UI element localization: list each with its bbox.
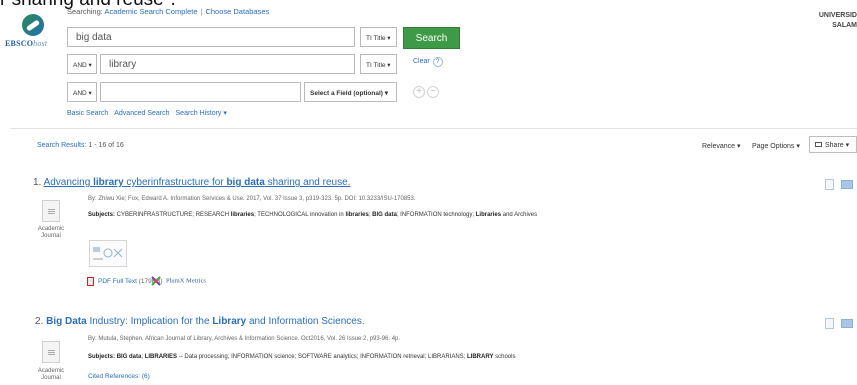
result-title-link[interactable]: Big Data Industry: Implication for the L…: [46, 316, 365, 327]
advanced-search-link[interactable]: Advanced Search: [114, 110, 169, 117]
subjects-part: ; INFORMATION technology;: [396, 212, 476, 218]
share-icon: [815, 142, 822, 147]
subjects-part: BIG data: [116, 354, 142, 360]
pdf-icon: [87, 277, 94, 286]
searching-label: Searching:: [67, 7, 103, 16]
search-input-2[interactable]: library: [100, 54, 355, 74]
academic-journal-icon[interactable]: [42, 341, 60, 363]
database-link[interactable]: Academic Search Complete: [105, 7, 198, 16]
results-count: Search Results: 1 - 16 of 16: [37, 142, 124, 149]
subjects-part: libraries: [345, 212, 369, 218]
article-thumbnail[interactable]: [89, 240, 127, 267]
subjects-part: -- Data processing; INFORMATION science;…: [177, 354, 467, 360]
subjects-part: BIG data: [372, 212, 397, 218]
plumx-icon: [151, 276, 161, 286]
result-subjects: Subjects: CYBERINFRASTRUCTURE; RESEARCH …: [88, 212, 537, 218]
subjects-label: Subjects:: [88, 354, 116, 360]
search-links: Basic Search Advanced Search Search Histor…: [67, 109, 233, 117]
subjects-part: schools: [493, 354, 516, 360]
add-row-icon[interactable]: +: [413, 86, 425, 98]
subjects-part: LIBRARY: [467, 354, 494, 360]
clear-control: Clear?: [413, 57, 443, 67]
add-to-folder-icon[interactable]: [841, 319, 853, 328]
title-part: Library: [212, 316, 247, 327]
result-title-link[interactable]: Advancing library cyberinfrastructure fo…: [44, 177, 351, 188]
title-part: big data: [226, 177, 265, 188]
subjects-part: ; TECHNOLOGICAL innovation in: [254, 212, 346, 218]
result-title-1[interactable]: 1. Advancing library cyberinfrastructure…: [33, 177, 350, 188]
result-subjects: Subjects: BIG data; LIBRARIES -- Data pr…: [88, 354, 515, 360]
results-label: Search Results:: [37, 142, 87, 149]
title-part: cyberinfrastructure for: [123, 177, 227, 188]
field-select-1[interactable]: TI Title ▾: [360, 27, 397, 47]
search-history-link[interactable]: Search History ▾: [176, 110, 227, 117]
results-divider: [10, 128, 857, 129]
result-number: 1.: [33, 177, 42, 188]
title-part: Big Data: [46, 316, 87, 327]
result-byline: By: Mutula, Stephen. African Journal of …: [88, 336, 401, 342]
logo-brand: EBSCO: [5, 39, 34, 48]
document-type-line2: Journal: [41, 233, 61, 239]
preview-icon[interactable]: [825, 318, 834, 329]
remove-row-icon[interactable]: −: [427, 86, 439, 98]
result-title-2[interactable]: 2. Big Data Industry: Implication for th…: [35, 316, 365, 327]
document-type: Academic Journal: [31, 226, 71, 240]
page-options[interactable]: Page Options ▾: [752, 142, 800, 150]
help-icon[interactable]: ?: [432, 57, 443, 67]
institution-line1: UNIVERSID: [818, 12, 857, 19]
search-button[interactable]: Search: [403, 27, 460, 49]
title-part: and Information Sciences.: [246, 316, 365, 327]
plumx-label: PlumX Metrics: [166, 277, 206, 285]
title-part: Industry: Implication for the: [86, 316, 213, 327]
pdf-label: PDF Full Text: [98, 278, 137, 286]
subjects-part: and Archives: [501, 212, 538, 218]
field-select-3[interactable]: Select a Field (optional) ▾: [304, 82, 397, 102]
share-label: Share ▾: [825, 142, 850, 149]
subjects-part: LIBRARIES: [144, 354, 178, 360]
add-to-folder-icon[interactable]: [841, 180, 853, 189]
basic-search-link[interactable]: Basic Search: [67, 110, 108, 117]
results-range: 1 - 16 of 16: [88, 142, 124, 149]
bool-select-3[interactable]: AND ▾: [67, 82, 97, 102]
document-type-line1: Academic: [37, 226, 65, 232]
result-number: 2.: [35, 316, 44, 327]
title-part: Advancing: [43, 177, 94, 188]
searching-line: Searching: Academic Search Complete | Choo…: [67, 7, 270, 16]
cited-references-link[interactable]: Cited References: (6): [88, 373, 150, 380]
bool-select-2[interactable]: AND ▾: [67, 54, 97, 74]
document-type-line1: Academic: [37, 368, 65, 374]
academic-journal-icon[interactable]: [42, 200, 60, 222]
ebsco-logo-icon[interactable]: [22, 14, 44, 36]
subjects-label: Subjects:: [88, 212, 116, 218]
share-button[interactable]: Share ▾: [809, 136, 857, 153]
title-part: library: [93, 177, 124, 188]
document-type: Academic Journal: [31, 368, 71, 382]
search-input-1[interactable]: big data: [67, 27, 355, 47]
field-select-2[interactable]: TI Title ▾: [360, 54, 397, 74]
title-part: sharing and reuse.: [264, 177, 351, 188]
thumbnail-graphic-icon: [93, 247, 123, 260]
choose-databases-link[interactable]: Choose Databases: [205, 7, 269, 16]
result-byline: By: Zhiwu Xie; Fox, Edward A. Informatio…: [88, 196, 416, 202]
document-type-line2: Journal: [41, 375, 61, 381]
institution-line2: SALAM: [832, 22, 857, 29]
clear-link[interactable]: Clear: [413, 58, 430, 65]
search-input-3[interactable]: [100, 82, 301, 102]
institution-name: UNIVERSID SALAM: [800, 11, 857, 31]
logo-suffix: host: [33, 39, 48, 48]
ebsco-logo-text: EBSCOhost: [5, 39, 47, 48]
relevance-sort[interactable]: Relevance ▾: [702, 142, 741, 150]
subjects-part: CYBERINFRASTRUCTURE; RESEARCH: [115, 212, 231, 218]
plumx-metrics-link[interactable]: PlumX Metrics: [150, 275, 206, 287]
subjects-part: libraries: [230, 212, 255, 218]
subjects-part: Libraries: [475, 212, 502, 218]
preview-icon[interactable]: [825, 179, 834, 190]
